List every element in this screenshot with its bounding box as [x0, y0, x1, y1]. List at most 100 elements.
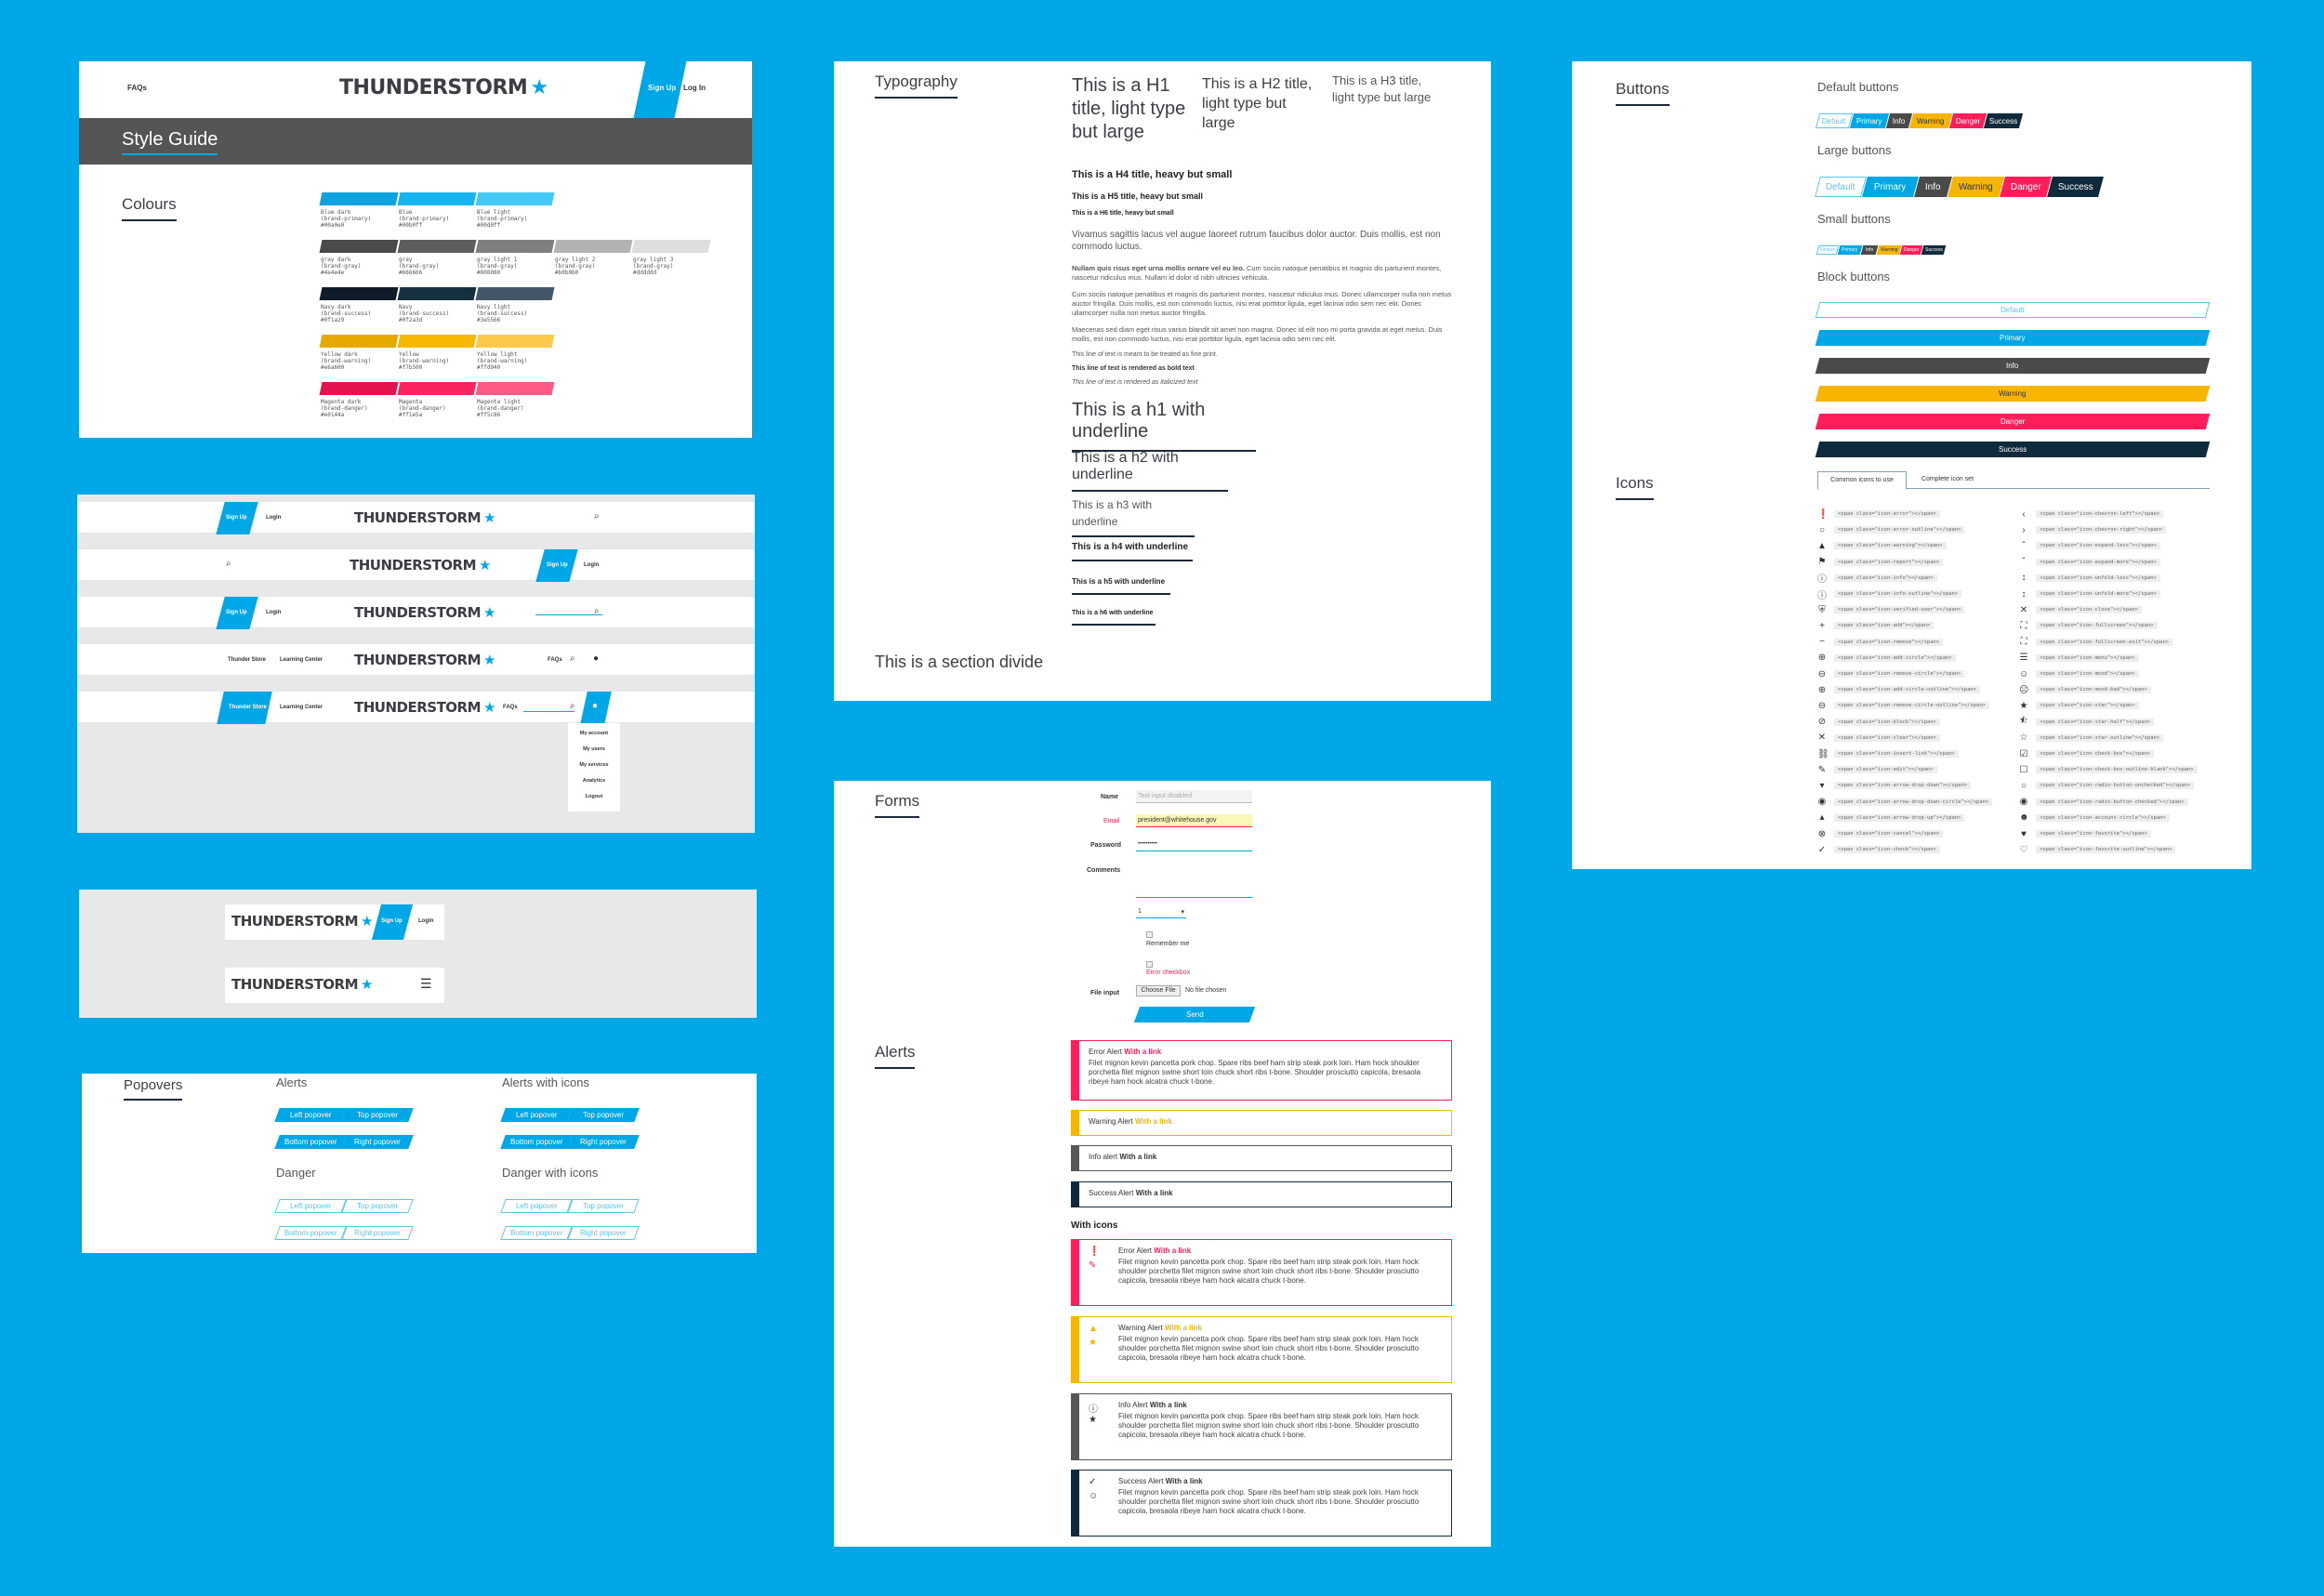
search-input[interactable]	[535, 614, 602, 615]
signup-label[interactable]: Sign Up	[226, 515, 247, 521]
info-button[interactable]: Info	[1914, 177, 1952, 197]
remember-checkbox[interactable]	[1146, 931, 1153, 938]
left-popover-icon-button[interactable]: Left popover	[500, 1108, 573, 1122]
warning-alert-link[interactable]: With a link	[1135, 1117, 1172, 1126]
dropdown-item[interactable]: Logout	[586, 794, 603, 799]
dropdown-item[interactable]: My services	[579, 762, 608, 768]
icon-error-outline: ○	[1818, 524, 1826, 535]
warning-button[interactable]: Warning	[1908, 113, 1953, 128]
danger-button[interactable]: Danger	[1899, 245, 1923, 255]
search-icon[interactable]: ⌕	[570, 653, 575, 664]
name-input[interactable]: Text input disabled	[1136, 790, 1252, 803]
top-popover-icon-button[interactable]: Top popover	[567, 1108, 640, 1122]
right-popover-button[interactable]: Right popover	[341, 1135, 414, 1149]
danger-button[interactable]: Danger	[2000, 177, 2052, 197]
signup-label[interactable]: Sign Up	[226, 610, 247, 615]
danger-button[interactable]: Danger	[1948, 113, 1987, 128]
login-link[interactable]: Login	[418, 918, 433, 924]
primary-button[interactable]: Primary	[1862, 177, 1919, 197]
info-icons-link[interactable]: With a link	[1150, 1401, 1187, 1409]
learning-center-link[interactable]: Learning Center	[280, 705, 323, 710]
bottom-popover-button[interactable]: Bottom popover	[274, 1135, 347, 1149]
menu-icon[interactable]: ☰	[420, 976, 432, 992]
choose-file-button[interactable]: Choose File	[1136, 985, 1181, 996]
bottom-popover-icon-button[interactable]: Bottom popover	[500, 1135, 573, 1149]
success-button[interactable]: Success	[1983, 113, 2024, 128]
search-input[interactable]	[523, 711, 574, 712]
error-checkbox[interactable]	[1146, 961, 1153, 968]
search-icon[interactable]: ⌕	[226, 559, 231, 569]
icon-row: ↕ <span class="icon-unfold-less"></span>	[2019, 572, 2160, 585]
faqs-link[interactable]: FAQs	[548, 657, 562, 663]
icon-code: <span class="icon-verified-user"></span>	[1834, 606, 1965, 614]
send-button[interactable]: Send	[1133, 1007, 1256, 1022]
account-icon[interactable]: ●	[593, 653, 599, 664]
info-button[interactable]: Info	[1860, 245, 1879, 255]
primary-button[interactable]: Primary	[1849, 113, 1890, 128]
underlined-h5: This is a h5 with underline	[1072, 572, 1170, 595]
top-popover-danger-icon-button[interactable]: Top popover	[567, 1199, 640, 1213]
warning-button[interactable]: Warning	[1948, 177, 2004, 197]
email-input[interactable]: president@whitehouse.gov	[1136, 814, 1252, 827]
info-alert-link[interactable]: With a link	[1119, 1153, 1156, 1161]
top-popover-danger-button[interactable]: Top popover	[341, 1199, 414, 1213]
login-link[interactable]: Login	[266, 515, 281, 521]
info-button[interactable]: Info	[1885, 113, 1913, 128]
login-link[interactable]: Login	[584, 562, 599, 568]
login-link[interactable]: Login	[266, 610, 281, 615]
warning-button[interactable]: Warning	[1876, 245, 1902, 255]
swatch-bar	[397, 287, 477, 300]
signup-label[interactable]: Sign Up	[381, 918, 403, 924]
signup-label[interactable]: Sign Up	[648, 84, 676, 92]
warning-block-button[interactable]: Warning	[1815, 386, 2211, 402]
account-icon[interactable]: ●	[592, 701, 598, 711]
dropdown-item[interactable]: My account	[580, 731, 608, 736]
info-block-button[interactable]: Info	[1815, 358, 2211, 374]
danger-block-button[interactable]: Danger	[1815, 414, 2211, 429]
right-popover-danger-icon-button[interactable]: Right popover	[567, 1226, 640, 1240]
default-button[interactable]: Default	[1815, 177, 1867, 197]
search-icon[interactable]: ⌕	[570, 701, 575, 711]
select-field[interactable]: 1 ▾	[1136, 907, 1186, 918]
search-icon[interactable]: ⌕	[594, 606, 600, 616]
success-alert-link[interactable]: With a link	[1136, 1189, 1173, 1197]
signup-label[interactable]: Sign Up	[547, 562, 568, 568]
success-block-button[interactable]: Success	[1815, 442, 2211, 457]
tab-common-icons[interactable]: Common icons to use	[1817, 471, 1907, 490]
error-alert-link[interactable]: With a link	[1124, 1048, 1161, 1056]
right-popover-danger-button[interactable]: Right popover	[341, 1226, 414, 1240]
left-popover-danger-icon-button[interactable]: Left popover	[500, 1199, 573, 1213]
dropdown-item[interactable]: My users	[583, 746, 605, 752]
primary-block-button[interactable]: Primary	[1815, 330, 2211, 346]
bottom-popover-danger-button[interactable]: Bottom popover	[274, 1226, 347, 1240]
icon-row: + <span class="icon-add"></span>	[1817, 619, 1934, 632]
default-block-button[interactable]: Default	[1815, 302, 2211, 318]
right-popover-icon-button[interactable]: Right popover	[567, 1135, 640, 1149]
thunder-store-label[interactable]: Thunder Store	[229, 705, 267, 710]
dropdown-item[interactable]: Analytics	[583, 778, 605, 784]
warning-icons-link[interactable]: With a link	[1165, 1324, 1202, 1332]
top-popover-button[interactable]: Top popover	[341, 1108, 414, 1122]
comments-textarea[interactable]	[1136, 863, 1252, 898]
default-button[interactable]: Default	[1816, 245, 1840, 255]
learning-center-link[interactable]: Learning Center	[280, 657, 323, 663]
check-icon: ✓	[1089, 1477, 1097, 1487]
left-popover-button[interactable]: Left popover	[274, 1108, 347, 1122]
bottom-popover-danger-icon-button[interactable]: Bottom popover	[500, 1226, 573, 1240]
default-button[interactable]: Default	[1815, 113, 1854, 128]
search-icon[interactable]: ⌕	[594, 511, 600, 521]
success-button[interactable]: Success	[2047, 177, 2104, 197]
thunder-store-link[interactable]: Thunder Store	[228, 657, 266, 663]
success-icons-link[interactable]: With a link	[1166, 1477, 1203, 1485]
error-icons-link[interactable]: With a link	[1154, 1246, 1191, 1255]
success-button[interactable]: Success	[1921, 245, 1947, 255]
header-variant-1: Sign Up Login THUNDERSTORM ★ ⌕	[77, 501, 755, 534]
left-popover-danger-button[interactable]: Left popover	[274, 1199, 347, 1213]
login-link[interactable]: Log In	[683, 84, 706, 92]
faqs-link[interactable]: FAQs	[127, 84, 147, 92]
swatch-label: gray dark (brand-gray) #4e4e4e	[321, 257, 362, 276]
password-input[interactable]: ••••••••••	[1136, 838, 1252, 851]
tab-complete-icons[interactable]: Complete icon set	[1910, 471, 1985, 489]
faqs-link[interactable]: FAQs	[503, 705, 518, 710]
primary-button[interactable]: Primary	[1837, 245, 1863, 255]
